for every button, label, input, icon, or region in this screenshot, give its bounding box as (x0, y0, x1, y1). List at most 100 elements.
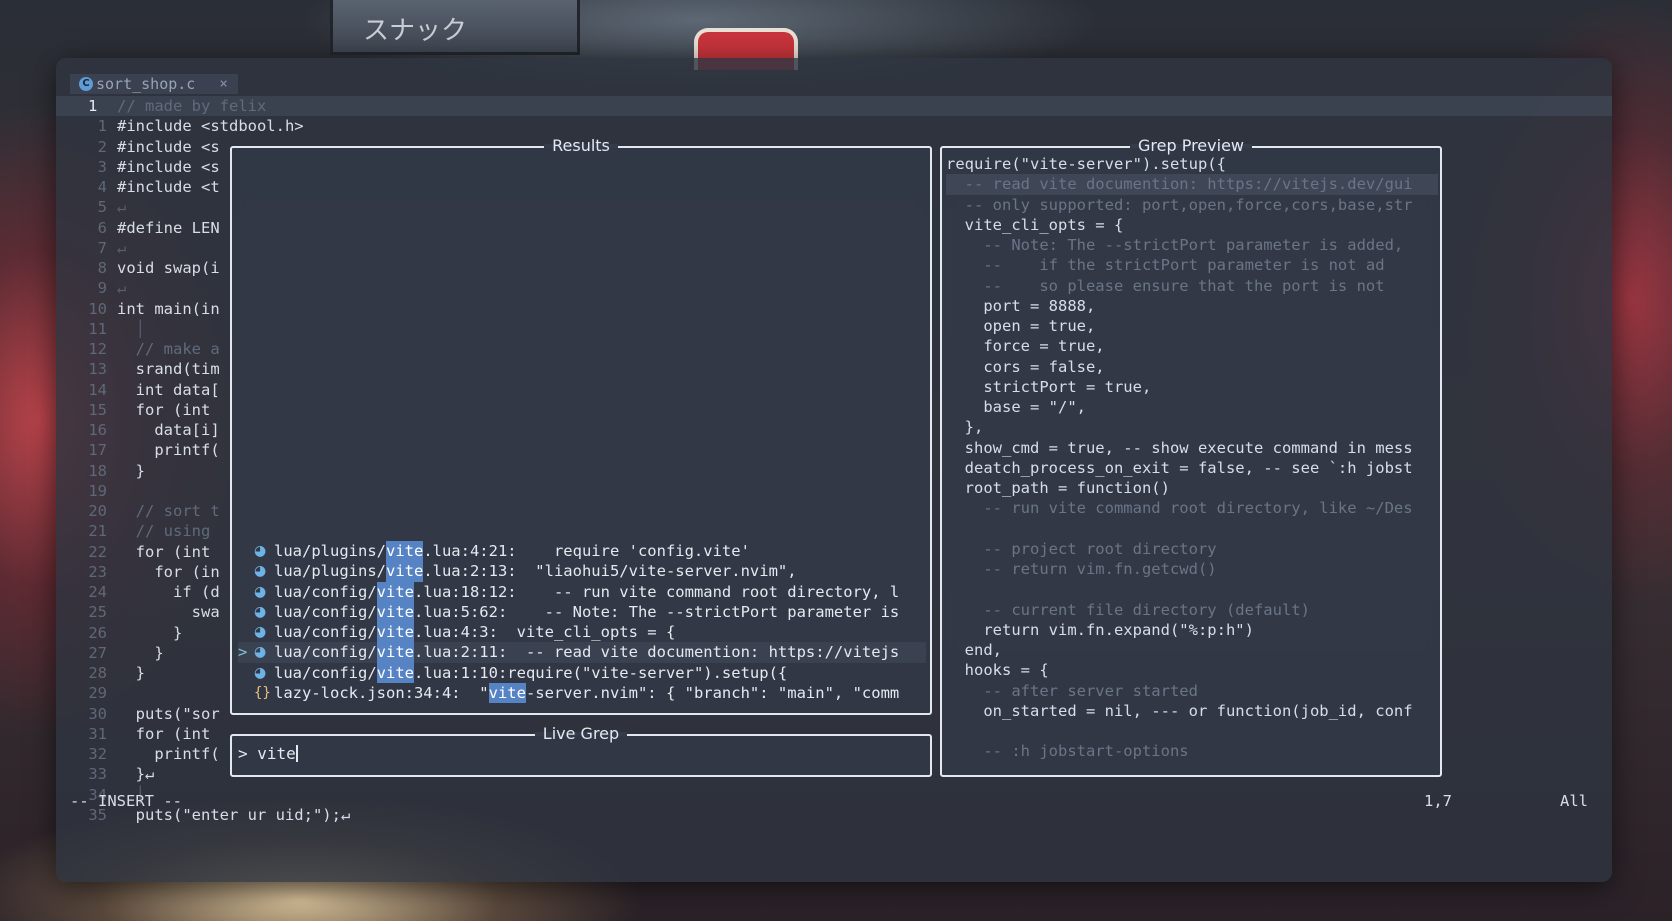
preview-line: show_cmd = true, -- show execute command… (946, 438, 1413, 457)
result-text: .lua:2:11: -- read vite documention: htt… (413, 643, 900, 662)
line-number: 23 (88, 562, 107, 581)
lua-icon: ◕ (254, 543, 267, 559)
line-number: 31 (88, 724, 107, 743)
line-number: 11 (88, 319, 107, 338)
line-number: 29 (88, 684, 107, 703)
scroll-indicator: All (1560, 792, 1588, 810)
lua-icon: ◕ (254, 664, 267, 681)
match-highlight: vite (376, 662, 414, 683)
result-item[interactable]: ◕ lua/config/vite .lua:18:12: -- run vite … (238, 581, 926, 602)
match-highlight: vite (376, 622, 414, 643)
result-path: lua/config/ (274, 663, 377, 682)
match-highlight: vite (488, 682, 526, 703)
result-item[interactable]: ◕ lua/plugins/vite .lua:4:21: require 'con… (238, 541, 926, 562)
preview-line: -- after server started (946, 681, 1198, 700)
match-highlight: vite (385, 541, 424, 562)
code-text: swa (117, 603, 220, 622)
result-text: .lua:5:62: -- Note: The --strictPort par… (413, 602, 900, 621)
c-file-icon: C (79, 77, 93, 91)
code-line[interactable]: 1 #include <stdbool.h> (56, 116, 1612, 136)
code-text: for (int (117, 400, 220, 419)
preview-line: on_started = nil, --- or function(job_id… (946, 701, 1413, 720)
result-text: -server.nvim": { "branch": "main", "comm (525, 683, 900, 702)
line-number: 9 (97, 279, 107, 298)
result-item[interactable]: ◕ lua/config/vite .lua:5:62: -- Note: The … (238, 601, 926, 622)
line-number: 8 (97, 259, 107, 277)
code-text: if (d (117, 583, 220, 601)
line-number: 10 (88, 299, 107, 318)
result-item[interactable]: ◕ lua/plugins/vite .lua:2:13: "liaohui5/vi… (238, 561, 926, 582)
preview-line: force = true, (946, 337, 1105, 356)
result-item[interactable]: > ◕ lua/config/vite .lua:2:11: -- read vite… (238, 642, 926, 663)
preview-line: return vim.fn.expand("%:p:h") (946, 620, 1254, 639)
line-number: 33 (88, 765, 107, 784)
line-number: 24 (88, 583, 107, 601)
preview-line: -- Note: The --strictPort parameter is a… (946, 236, 1404, 254)
line-number: 6 (97, 218, 107, 237)
match-highlight: vite (376, 601, 414, 622)
selection-caret: > (238, 643, 248, 662)
match-highlight: vite (376, 642, 414, 663)
preview-line: -- current file directory (default) (946, 600, 1310, 619)
result-text: .lua:18:12: -- run vite command root dir… (413, 582, 900, 601)
code-text: data[i] (117, 421, 220, 439)
preview-line: require("vite-server").setup({ (946, 155, 1226, 173)
code-text: }↵ (117, 765, 155, 784)
selection-caret (238, 683, 254, 703)
code-text: int data[ (117, 380, 220, 399)
line-number: 1 (97, 117, 107, 136)
result-item[interactable]: {} lazy-lock.json:34:4: " vite -server.nvim… (238, 682, 926, 703)
line-number: 13 (88, 360, 107, 379)
preview-line (946, 519, 1438, 539)
prompt-title: Live Grep (535, 724, 627, 743)
code-text: #include <s (117, 137, 220, 156)
search-input[interactable]: > vite (238, 744, 298, 763)
preview-line: -- if the strictPort parameter is not ad (946, 256, 1385, 275)
code-text: for (in (117, 562, 220, 581)
code-text: void swap(i (117, 259, 220, 277)
line-number: 3 (97, 157, 107, 176)
line-number: 7 (97, 238, 107, 257)
result-path: lua/config/ (274, 643, 377, 662)
status-bar: -- INSERT -- 1,7 All (56, 792, 1612, 812)
line-number: 25 (88, 603, 107, 622)
preview-body: require("vite-server").setup({ -- read v… (946, 154, 1438, 762)
result-path: lua/plugins/ (274, 562, 386, 581)
text-cursor (295, 745, 298, 762)
match-highlight: vite (385, 561, 424, 582)
selection-caret (238, 622, 254, 642)
line-number: 26 (88, 623, 107, 642)
preview-line: -- so please ensure that the port is not (946, 276, 1385, 295)
preview-line: vite_cli_opts = { (946, 215, 1124, 234)
preview-line: -- run vite command root directory, like… (946, 499, 1413, 518)
result-path: lua/config/ (274, 623, 377, 641)
preview-line: port = 8888, (946, 296, 1096, 315)
json-icon: {} (254, 684, 271, 701)
code-line[interactable]: 1 // made by felix (56, 96, 1612, 116)
preview-line: end, (946, 641, 1002, 659)
result-item[interactable]: ◕ lua/config/vite .lua:1:10:require("vite-… (238, 662, 926, 683)
lua-icon: ◕ (254, 603, 267, 620)
result-text: .lua:2:13: "liaohui5/vite-server.nvim", (423, 562, 797, 581)
code-text: ↵ (117, 279, 127, 298)
code-text: int main(in (117, 299, 220, 318)
result-path: lua/plugins/ (274, 542, 386, 560)
tab-sort-shop[interactable]: C sort_shop.c × (70, 74, 238, 94)
code-text: #include <stdbool.h> (117, 117, 304, 136)
code-text: // using (117, 522, 220, 541)
line-number: 2 (97, 137, 107, 156)
line-number: 1 (88, 97, 98, 115)
selection-caret (238, 602, 254, 622)
preview-line: root_path = function() (946, 479, 1170, 497)
selection-caret (238, 561, 254, 581)
tabline: C sort_shop.c × (70, 74, 238, 94)
preview-line (946, 579, 1438, 599)
code-text: // made by felix (117, 97, 267, 115)
preview-line: -- read vite documention: https://vitejs… (946, 174, 1438, 195)
close-icon[interactable]: × (219, 76, 227, 92)
live-grep-prompt[interactable]: Live Grep > vite (230, 724, 932, 777)
code-text: } (117, 643, 164, 662)
background-sign: スナック (330, 0, 580, 55)
result-item[interactable]: ◕ lua/config/vite .lua:4:3: vite_cli_opts … (238, 622, 926, 643)
